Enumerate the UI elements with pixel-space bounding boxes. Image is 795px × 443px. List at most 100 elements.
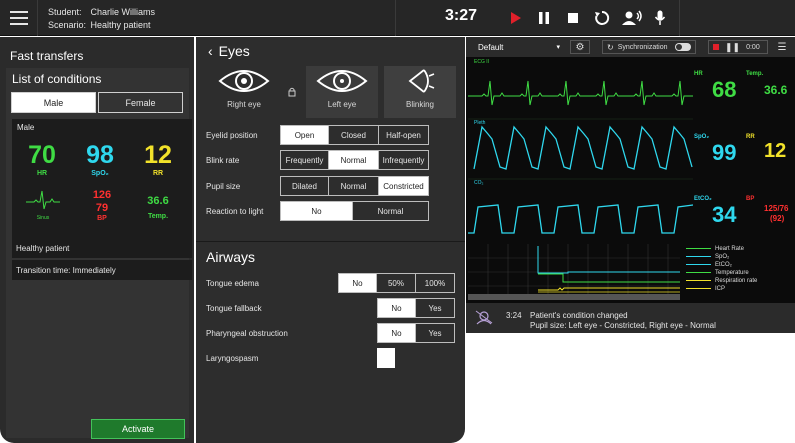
eye-icon <box>218 70 270 92</box>
student-label: Student: <box>48 7 82 17</box>
temp-label: Temp. <box>746 71 764 77</box>
option-no[interactable]: No <box>339 274 377 292</box>
settings-panel: ‹ Eyes Right eye Left eye Blinking Eyeli… <box>196 37 465 443</box>
right-eye-tile[interactable]: Right eye <box>208 66 280 118</box>
section-divider <box>196 241 465 242</box>
tongue-fallback-label: Tongue fallback <box>206 304 262 313</box>
temp-label: Temp. <box>147 213 169 220</box>
event-title: Patient's condition changed <box>530 311 628 320</box>
patient-monitor: Default ▾ ⚙ ↻ Synchronization ❚❚ 0:00 ☰ <box>466 37 795 333</box>
option-normal[interactable]: Normal <box>353 202 428 220</box>
spo2-label: SpO₂ <box>91 170 109 177</box>
bp-mean: (92) <box>770 214 785 223</box>
right-eye-label: Right eye <box>227 100 261 109</box>
bp-label: BP <box>746 196 755 202</box>
rr-label: RR <box>152 170 164 177</box>
option-yes[interactable]: Yes <box>416 324 454 342</box>
left-eye-tile[interactable]: Left eye <box>306 66 378 118</box>
dropdown-arrow-icon: ▾ <box>556 44 560 51</box>
legend-spo2: SpO₂ <box>715 254 730 260</box>
pause-icon <box>539 12 549 24</box>
transition-time: Transition time: Immediately <box>12 260 192 280</box>
toggle-switch[interactable] <box>675 43 691 51</box>
lock-icon[interactable] <box>288 87 296 97</box>
hr-label: HR <box>694 71 703 77</box>
etco2-label: EtCO₂ <box>694 196 712 202</box>
legend-heart-rate: Heart Rate <box>715 246 745 252</box>
option-constricted[interactable]: Constricted <box>379 177 428 195</box>
event-detail: Pupil size: Left eye - Constricted, Righ… <box>530 321 716 330</box>
option-no[interactable]: No <box>378 299 416 317</box>
restart-button[interactable] <box>592 8 612 28</box>
blink-icon <box>408 69 435 93</box>
co2-label: CO₂ <box>474 180 484 186</box>
hr-value: 70 <box>28 141 56 169</box>
co2-waveform <box>468 204 693 234</box>
laryngospasm-selector[interactable] <box>377 348 395 368</box>
blinking-label: Blinking <box>405 100 434 109</box>
option-frequently[interactable]: Frequently <box>281 151 329 169</box>
ecg-sinus-icon <box>26 190 60 210</box>
hr-label: HR <box>36 170 48 177</box>
laryngospasm-label: Laryngospasm <box>206 354 259 363</box>
scenario-label: Scenario: <box>48 20 87 30</box>
activate-button[interactable]: Activate <box>91 419 185 439</box>
option-yes[interactable]: Yes <box>416 299 454 317</box>
monitor-settings-button[interactable]: ☰ <box>774 40 790 54</box>
option-open[interactable]: Open <box>281 126 329 144</box>
conditions-list: List of conditions Male Female Male 70 H… <box>6 68 192 438</box>
hr-value: 68 <box>712 77 737 102</box>
spo2-value: 99 <box>712 140 737 165</box>
option-infrequently[interactable]: Infrequently <box>379 151 428 169</box>
option-half-open[interactable]: Half-open <box>379 126 428 144</box>
pause-button[interactable] <box>534 8 554 28</box>
sync-toggle[interactable]: ↻ Synchronization <box>602 40 696 54</box>
card-title: Male <box>17 123 35 132</box>
patient-event-icon <box>475 310 493 325</box>
pause-icon[interactable]: ❚❚ <box>725 42 740 53</box>
stop-button[interactable] <box>563 8 583 28</box>
ecg-waveform <box>468 80 693 106</box>
blinking-tile[interactable]: Blinking <box>384 66 456 118</box>
voice-button[interactable] <box>620 8 644 28</box>
trend-chart <box>468 244 680 300</box>
speaking-person-icon <box>622 10 642 25</box>
sliders-icon: ☰ <box>777 41 787 53</box>
preset-dropdown[interactable]: Default ▾ <box>474 40 566 54</box>
legend-icp: ICP <box>715 286 726 292</box>
reaction-to-light-label: Reaction to light <box>206 207 264 216</box>
pleth-waveform <box>473 125 693 170</box>
stop-icon <box>568 13 578 23</box>
tongue-edema-selector: No 50% 100% <box>338 273 455 293</box>
condition-card[interactable]: Male 70 HR 98 SpO₂ 12 RR Sinus 126 79 BP… <box>12 119 192 241</box>
spo2-label: SpO₂ <box>694 134 709 140</box>
play-button[interactable] <box>506 8 526 28</box>
blink-rate-label: Blink rate <box>206 156 240 165</box>
female-tab[interactable]: Female <box>98 92 183 113</box>
menu-button[interactable] <box>0 0 38 36</box>
bp-systolic: 126 <box>92 189 112 201</box>
sync-label: Synchronization <box>617 43 668 51</box>
option-dilated[interactable]: Dilated <box>281 177 329 195</box>
option-closed[interactable]: Closed <box>329 126 379 144</box>
eyelid-position-selector: Open Closed Half-open <box>280 125 429 145</box>
monitor-toolbar: Default ▾ ⚙ ↻ Synchronization ❚❚ 0:00 ☰ <box>466 37 795 57</box>
option-100[interactable]: 100% <box>416 274 454 292</box>
back-chevron-icon[interactable]: ‹ <box>208 43 213 59</box>
male-tab[interactable]: Male <box>11 92 96 113</box>
temp-value: 36.6 <box>147 195 169 207</box>
option-no[interactable]: No <box>378 324 416 342</box>
ecg-label: ECG II <box>474 59 490 65</box>
microphone-button[interactable] <box>650 8 670 28</box>
option-normal[interactable]: Normal <box>329 151 379 169</box>
restart-icon <box>595 10 610 25</box>
option-normal[interactable]: Normal <box>329 177 379 195</box>
pupil-size-selector: Dilated Normal Constricted <box>280 176 429 196</box>
option-50[interactable]: 50% <box>377 274 416 292</box>
etco2-value: 34 <box>712 202 737 227</box>
settings-button[interactable]: ⚙ <box>570 40 590 54</box>
record-icon[interactable] <box>713 44 719 50</box>
blink-rate-selector: Frequently Normal Infrequently <box>280 150 429 170</box>
pleth-label: Pleth <box>474 120 486 126</box>
option-no[interactable]: No <box>281 202 353 220</box>
